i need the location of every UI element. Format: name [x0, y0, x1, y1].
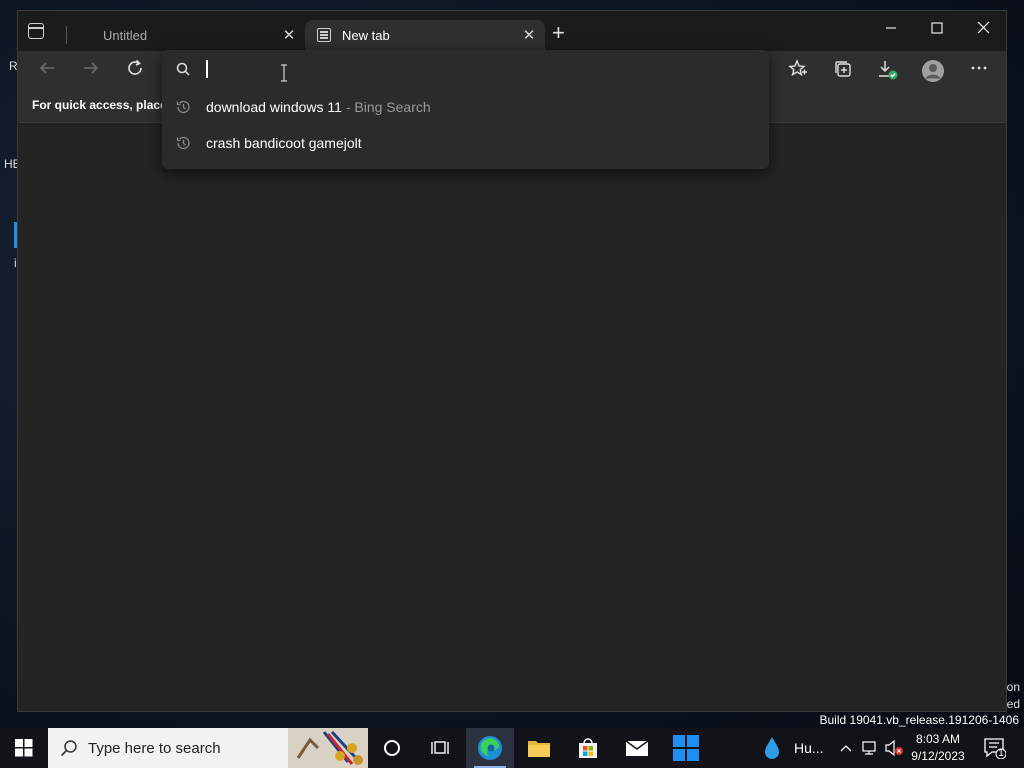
- new-tab-page-icon: [317, 28, 331, 42]
- weather-text: Hu...: [794, 740, 824, 756]
- notification-count: 1: [998, 748, 1004, 759]
- browser-titlebar: Untitled ✕ New tab ✕ +: [18, 11, 1006, 51]
- search-icon: [176, 62, 190, 76]
- forward-icon: [84, 62, 99, 74]
- windows-app-icon: [673, 735, 699, 761]
- profile-icon: [922, 60, 944, 82]
- task-view-button[interactable]: [416, 728, 464, 768]
- taskbar-search-box[interactable]: Type here to search: [48, 728, 368, 768]
- taskbar-mail[interactable]: [613, 728, 661, 768]
- taskbar-edge[interactable]: [466, 728, 514, 768]
- close-tab-icon[interactable]: ✕: [521, 20, 537, 51]
- watermark-fragment: on: [1006, 680, 1020, 694]
- address-bar-dropdown: download windows 11 - Bing Search crash …: [162, 50, 769, 169]
- new-tab-button[interactable]: +: [552, 22, 565, 44]
- cortana-button[interactable]: [368, 728, 416, 768]
- notification-center-button[interactable]: 1: [976, 728, 1016, 768]
- more-icon: [971, 66, 987, 70]
- windows-logo-icon: [15, 739, 33, 757]
- taskbar-search-placeholder: Type here to search: [88, 740, 221, 757]
- taskbar-clock[interactable]: 8:03 AM 9/12/2023: [904, 731, 972, 765]
- minimize-button[interactable]: [868, 15, 914, 45]
- favorites-icon: [788, 59, 807, 77]
- maximize-button[interactable]: [914, 15, 960, 45]
- suggestion-item[interactable]: crash bandicoot gamejolt: [162, 126, 769, 160]
- clock-date: 9/12/2023: [911, 749, 965, 763]
- favorites-button[interactable]: [786, 59, 810, 83]
- tab-untitled[interactable]: Untitled ✕: [73, 20, 305, 51]
- network-icon[interactable]: [862, 740, 880, 756]
- suggestion-source: - Bing Search: [341, 99, 431, 115]
- taskbar-file-explorer[interactable]: [515, 728, 563, 768]
- weather-widget[interactable]: Hu...: [758, 728, 828, 768]
- search-icon: [60, 740, 77, 757]
- edge-icon: [478, 736, 502, 760]
- search-highlight-art-icon: [288, 728, 368, 768]
- cortana-icon: [384, 740, 400, 756]
- suggestion-text: crash bandicoot gamejolt: [206, 135, 362, 151]
- tab-title: New tab: [342, 28, 390, 43]
- taskbar-windows-app[interactable]: [662, 728, 710, 768]
- volume-muted-icon[interactable]: [884, 739, 904, 757]
- history-icon: [176, 136, 190, 150]
- suggestion-text: download windows 11 - Bing Search: [206, 99, 431, 115]
- suggestion-query: download windows 11: [206, 99, 342, 115]
- humidity-drop-icon: [765, 737, 779, 759]
- refresh-button[interactable]: [123, 59, 147, 83]
- maximize-icon: [931, 22, 943, 34]
- suggestion-item[interactable]: download windows 11 - Bing Search: [162, 90, 769, 124]
- history-icon: [176, 100, 190, 114]
- text-cursor-icon: [281, 64, 287, 82]
- file-explorer-icon: [528, 741, 550, 757]
- close-icon: [977, 21, 989, 34]
- minimize-icon: [886, 27, 896, 29]
- back-icon: [39, 62, 54, 74]
- text-caret: [206, 60, 208, 78]
- tab-new-tab[interactable]: New tab ✕: [305, 20, 545, 51]
- close-tab-icon[interactable]: ✕: [281, 20, 297, 51]
- taskbar-store[interactable]: [564, 728, 612, 768]
- more-button[interactable]: [967, 59, 991, 83]
- start-button[interactable]: [0, 728, 48, 768]
- tab-title: Untitled: [103, 28, 148, 43]
- store-icon: [579, 738, 597, 758]
- favorites-bar-message: For quick access, place y: [32, 98, 177, 112]
- clock-time: 8:03 AM: [915, 732, 961, 746]
- suggestion-query: crash bandicoot gamejolt: [206, 135, 362, 151]
- downloads-icon: [879, 61, 898, 80]
- taskbar: Type here to search Hu... 8:03 AM 9/12/2…: [0, 728, 1024, 768]
- show-hidden-icons-chevron-icon[interactable]: [840, 744, 852, 752]
- task-view-icon: [431, 741, 449, 754]
- profile-button[interactable]: [921, 59, 945, 83]
- build-watermark: Build 19041.vb_release.191206-1406: [819, 713, 1020, 727]
- close-window-button[interactable]: [960, 15, 1006, 45]
- tab-actions-icon[interactable]: [28, 23, 44, 39]
- tab-separator: [66, 26, 67, 44]
- watermark-fragment: ed: [1006, 697, 1020, 711]
- forward-button[interactable]: [79, 59, 103, 83]
- collections-icon: [835, 61, 851, 77]
- downloads-button[interactable]: [876, 59, 900, 83]
- collections-button[interactable]: [831, 59, 855, 83]
- mail-icon: [625, 740, 649, 756]
- new-tab-page: [18, 123, 1006, 711]
- back-button[interactable]: [35, 59, 59, 83]
- refresh-icon: [128, 59, 142, 75]
